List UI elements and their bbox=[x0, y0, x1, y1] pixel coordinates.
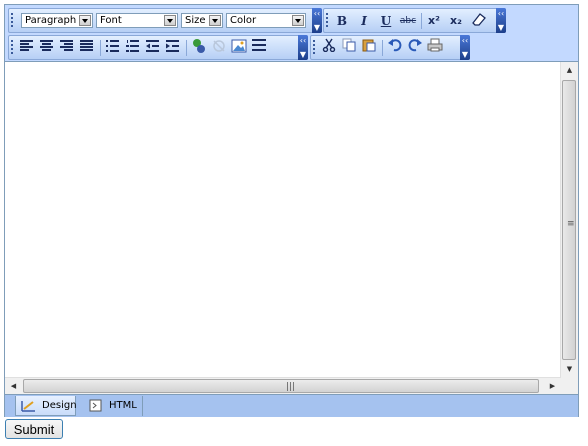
bullet-list-icon bbox=[106, 40, 119, 52]
editor-mode-bar: Design HTML bbox=[5, 394, 578, 417]
unlink-button[interactable] bbox=[209, 38, 229, 58]
copy-button[interactable] bbox=[339, 38, 359, 58]
font-combo-value: Font bbox=[100, 15, 122, 26]
toolbar-overflow-button[interactable]: ‹‹ ▼ bbox=[496, 8, 506, 33]
align-justify-button[interactable] bbox=[77, 38, 97, 58]
tab-design[interactable]: Design bbox=[15, 396, 77, 416]
toolbar-area: Paragraph Font Size Color ‹‹ ▼ B I U abc… bbox=[5, 5, 578, 61]
italic-button[interactable]: I bbox=[354, 11, 374, 31]
format-combo[interactable]: Paragraph bbox=[21, 13, 93, 28]
eraser-icon bbox=[472, 13, 486, 26]
numbered-list-button[interactable] bbox=[123, 38, 143, 58]
scroll-up-arrow-icon[interactable]: ▲ bbox=[561, 62, 578, 79]
align-right-icon bbox=[60, 40, 73, 51]
outdent-button[interactable] bbox=[143, 38, 163, 58]
print-button[interactable] bbox=[425, 38, 445, 58]
numbered-list-icon bbox=[126, 40, 139, 52]
eraser-button[interactable] bbox=[469, 11, 489, 31]
scrollbar-corner bbox=[561, 378, 578, 395]
insert-link-button[interactable] bbox=[189, 38, 209, 58]
font-combo[interactable]: Font bbox=[96, 13, 178, 28]
toolbar-separator bbox=[382, 40, 383, 56]
strikethrough-button[interactable]: abc bbox=[398, 11, 418, 31]
vertical-scrollbar[interactable]: ▲ ≡ ▼ bbox=[560, 62, 578, 378]
text-style-toolbar: B I U abc x² x₂ ‹‹ ▼ bbox=[323, 8, 506, 33]
paste-button[interactable] bbox=[359, 38, 379, 58]
image-icon bbox=[231, 39, 247, 53]
toolbar-overflow-button[interactable]: ‹‹ ▼ bbox=[298, 35, 308, 60]
unlink-icon bbox=[213, 40, 225, 52]
align-justify-icon bbox=[80, 40, 93, 51]
design-icon bbox=[21, 401, 35, 412]
chevron-down-icon[interactable] bbox=[79, 15, 91, 26]
superscript-button[interactable]: x² bbox=[424, 11, 444, 31]
chevron-down-icon[interactable] bbox=[164, 15, 176, 26]
horizontal-scroll-thumb[interactable]: ||| bbox=[23, 379, 539, 393]
chevron-down-icon[interactable] bbox=[292, 15, 304, 26]
chevron-down-icon[interactable] bbox=[209, 15, 221, 26]
bullet-list-button[interactable] bbox=[103, 38, 123, 58]
thumb-grip-icon: ≡ bbox=[567, 219, 575, 229]
undo-button[interactable] bbox=[385, 38, 405, 58]
toolbar-grip[interactable] bbox=[11, 13, 13, 29]
color-combo[interactable]: Color bbox=[226, 13, 306, 28]
paste-icon bbox=[362, 39, 376, 52]
rich-text-editor: Paragraph Font Size Color ‹‹ ▼ B I U abc… bbox=[4, 4, 579, 417]
horizontal-rule-icon bbox=[252, 39, 266, 51]
vertical-scroll-thumb[interactable]: ≡ bbox=[562, 80, 576, 360]
print-icon bbox=[427, 38, 443, 52]
toolbar-grip[interactable] bbox=[11, 40, 13, 56]
toolbar-separator bbox=[100, 40, 101, 56]
align-center-icon bbox=[40, 40, 53, 51]
indent-button[interactable] bbox=[163, 38, 183, 58]
size-combo-value: Size bbox=[185, 15, 206, 26]
horizontal-scrollbar[interactable]: ◀ ||| ▶ bbox=[5, 377, 561, 395]
toolbar-overflow-button[interactable]: ‹‹ ▼ bbox=[460, 35, 470, 60]
paragraph-toolbar: ‹‹ ▼ bbox=[8, 35, 308, 60]
toolbar-grip[interactable] bbox=[313, 40, 315, 56]
scroll-left-arrow-icon[interactable]: ◀ bbox=[5, 378, 22, 395]
size-combo[interactable]: Size bbox=[181, 13, 223, 28]
toolbar-separator bbox=[186, 40, 187, 56]
cut-button[interactable] bbox=[319, 38, 339, 58]
scroll-down-arrow-icon[interactable]: ▼ bbox=[561, 361, 578, 378]
toolbar-separator bbox=[421, 13, 422, 29]
format-toolbar: Paragraph Font Size Color ‹‹ ▼ bbox=[8, 8, 322, 33]
tab-design-label: Design bbox=[42, 400, 77, 411]
toolbar-grip[interactable] bbox=[326, 13, 328, 29]
tab-html[interactable]: HTML bbox=[83, 396, 143, 416]
scroll-right-arrow-icon[interactable]: ▶ bbox=[544, 378, 561, 395]
horizontal-rule-button[interactable] bbox=[249, 38, 269, 58]
indent-icon bbox=[166, 40, 179, 52]
submit-button[interactable]: Submit bbox=[5, 419, 63, 439]
insert-image-button[interactable] bbox=[229, 38, 249, 58]
tab-html-label: HTML bbox=[109, 400, 137, 411]
format-combo-value: Paragraph bbox=[25, 15, 77, 26]
copy-icon bbox=[342, 38, 356, 52]
link-icon bbox=[193, 39, 205, 53]
align-left-button[interactable] bbox=[17, 38, 37, 58]
bold-button[interactable]: B bbox=[332, 11, 352, 31]
toolbar-overflow-button[interactable]: ‹‹ ▼ bbox=[312, 8, 322, 33]
align-center-button[interactable] bbox=[37, 38, 57, 58]
color-combo-value: Color bbox=[230, 15, 257, 26]
editor-content-area[interactable]: ▲ ≡ ▼ ◀ ||| ▶ bbox=[5, 61, 578, 395]
thumb-grip-icon: ||| bbox=[286, 382, 296, 392]
outdent-icon bbox=[146, 40, 159, 52]
undo-icon bbox=[388, 39, 402, 52]
underline-button[interactable]: U bbox=[376, 11, 396, 31]
redo-button[interactable] bbox=[405, 38, 425, 58]
align-right-button[interactable] bbox=[57, 38, 77, 58]
align-left-icon bbox=[20, 40, 33, 51]
subscript-button[interactable]: x₂ bbox=[446, 11, 466, 31]
redo-icon bbox=[408, 39, 422, 52]
cut-icon bbox=[322, 38, 336, 53]
edit-toolbar: ‹‹ ▼ bbox=[310, 35, 470, 60]
html-icon bbox=[89, 399, 102, 412]
